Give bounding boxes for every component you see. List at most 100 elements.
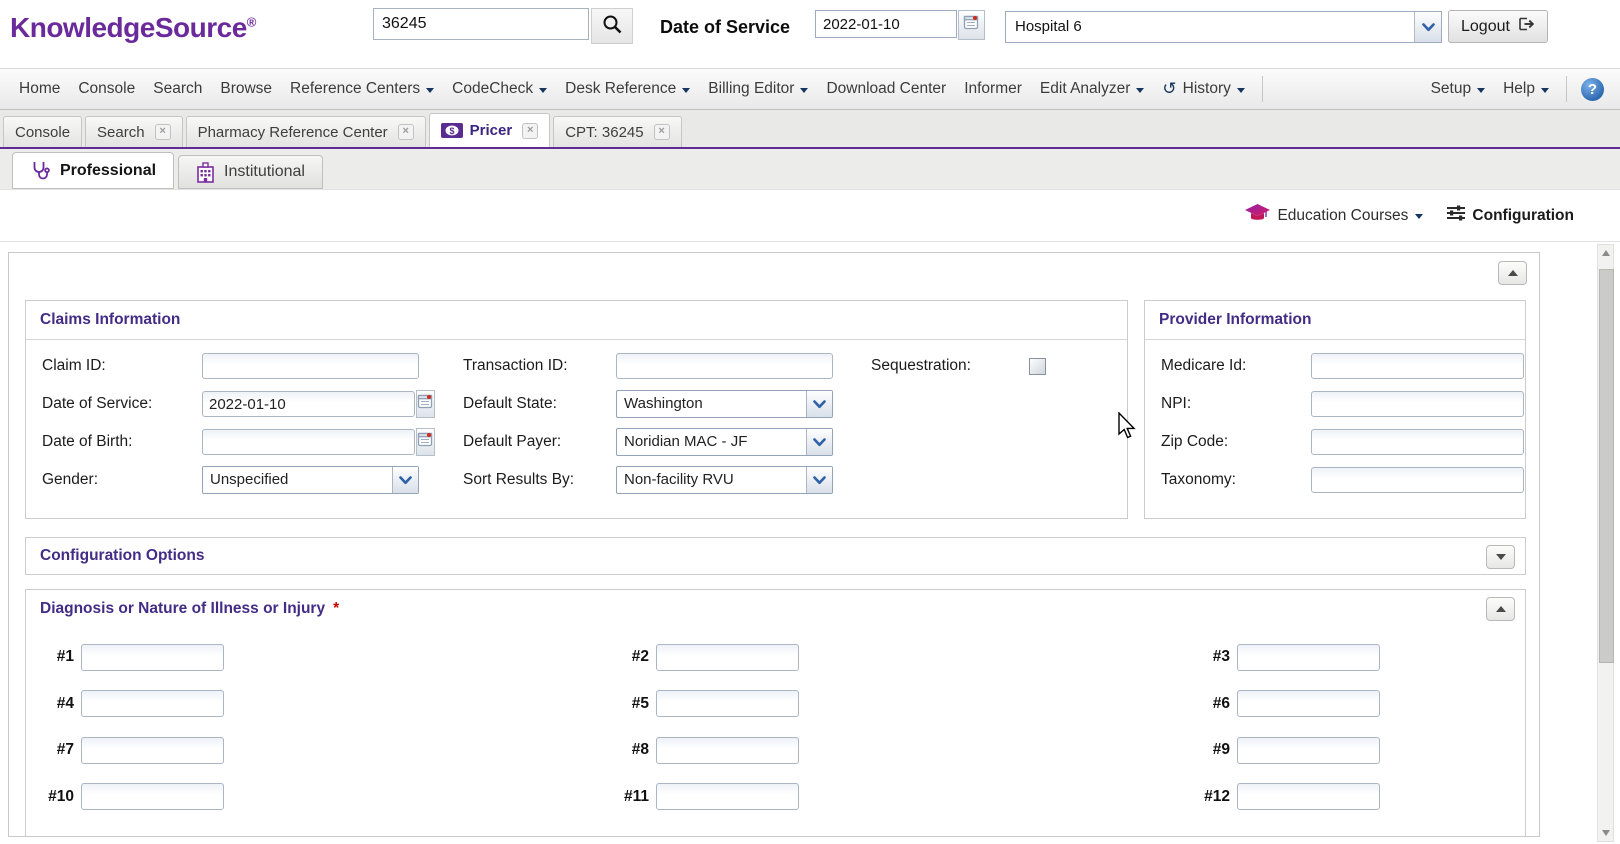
- date-of-service-calendar-button[interactable]: [416, 390, 435, 418]
- nav-item-browse[interactable]: Browse: [211, 80, 281, 98]
- chevron-up-icon: [1602, 250, 1610, 256]
- chevron-down-icon: [426, 88, 434, 93]
- field-label: Gender:: [42, 471, 202, 489]
- help-icon[interactable]: ?: [1581, 78, 1604, 101]
- expand-configuration-options-button[interactable]: [1486, 545, 1515, 569]
- sort-results-by-select[interactable]: Non-facility RVU: [616, 466, 833, 494]
- nav-item-history[interactable]: ↺History: [1153, 80, 1253, 99]
- diagnosis-input-6[interactable]: [1237, 690, 1380, 717]
- medicare-id-input[interactable]: [1311, 353, 1524, 379]
- collapse-diagnosis-button[interactable]: [1486, 597, 1515, 621]
- tab-label: Pricer: [470, 122, 513, 139]
- nav-item-search[interactable]: Search: [144, 80, 211, 98]
- form-row: Sort Results By:Non-facility RVU: [463, 461, 833, 499]
- tab-label: Search: [97, 124, 145, 141]
- tab-console[interactable]: Console: [3, 116, 82, 147]
- search-button[interactable]: [591, 8, 633, 44]
- chevron-down-icon: [806, 467, 832, 493]
- svg-text:$: $: [449, 126, 454, 136]
- nav-item-edit-analyzer[interactable]: Edit Analyzer: [1031, 80, 1153, 98]
- chevron-down-icon: [1414, 12, 1441, 42]
- nav-item-home[interactable]: Home: [10, 80, 69, 98]
- stethoscope-icon: [30, 160, 51, 181]
- diagnosis-input-5[interactable]: [656, 690, 799, 717]
- nav-item-setup[interactable]: Setup: [1422, 80, 1495, 98]
- diagnosis-input-3[interactable]: [1237, 644, 1380, 671]
- claims-column-3: Sequestration:: [871, 347, 1059, 385]
- gender-select[interactable]: Unspecified: [202, 466, 419, 494]
- nav-item-label: Console: [78, 80, 135, 98]
- diagnosis-input-2[interactable]: [656, 644, 799, 671]
- scroll-up-button[interactable]: [1598, 245, 1613, 261]
- registered-mark: ®: [247, 15, 256, 30]
- close-icon[interactable]: ×: [522, 123, 538, 139]
- date-of-service-calendar-button[interactable]: [958, 10, 985, 40]
- chevron-down-icon: [1477, 88, 1485, 93]
- nav-item-console[interactable]: Console: [69, 80, 144, 98]
- date-of-service-input[interactable]: [202, 391, 415, 417]
- field-label: Sequestration:: [871, 357, 1029, 375]
- field-label: Transaction ID:: [463, 357, 616, 375]
- zip-code-input[interactable]: [1311, 429, 1524, 455]
- sequestration-checkbox[interactable]: [1029, 358, 1046, 375]
- nav-item-help[interactable]: Help: [1494, 80, 1558, 98]
- close-icon[interactable]: ×: [654, 124, 670, 140]
- diagnosis-input-9[interactable]: [1237, 737, 1380, 764]
- scrollbar-thumb[interactable]: [1599, 269, 1614, 663]
- nav-item-download-center[interactable]: Download Center: [817, 80, 955, 98]
- chevron-down-icon: [1237, 88, 1245, 93]
- date-of-birth-calendar-button[interactable]: [416, 428, 435, 456]
- form-row: Default Payer:Noridian MAC - JF: [463, 423, 833, 461]
- diagnosis-input-8[interactable]: [656, 737, 799, 764]
- diagnosis-label: #4: [32, 695, 74, 713]
- tab-pharmacy-reference-center[interactable]: Pharmacy Reference Center×: [186, 116, 426, 147]
- chevron-up-icon: [1496, 606, 1506, 612]
- nav-item-desk-reference[interactable]: Desk Reference: [556, 80, 699, 98]
- diagnosis-input-7[interactable]: [81, 737, 224, 764]
- diagnosis-input-11[interactable]: [656, 783, 799, 810]
- diagnosis-grid: #1#2#3#4#5#6#7#8#9#10#11#12: [32, 634, 1519, 820]
- claim-id-input[interactable]: [202, 353, 419, 379]
- tab-search[interactable]: Search ×: [85, 116, 183, 147]
- chevron-down-icon: [1496, 554, 1506, 560]
- default-payer-select[interactable]: Noridian MAC - JF: [616, 428, 833, 456]
- scroll-down-button[interactable]: [1598, 825, 1613, 841]
- default-state-select[interactable]: Washington: [616, 390, 833, 418]
- tab-pricer[interactable]: $ Pricer ×: [429, 113, 551, 147]
- nav-divider: [1566, 76, 1567, 102]
- diagnosis-input-1[interactable]: [81, 644, 224, 671]
- transaction-id-input[interactable]: [616, 353, 833, 379]
- logout-button[interactable]: Logout: [1448, 10, 1548, 43]
- pricer-content: Claims Information Claim ID:Date of Serv…: [0, 242, 1620, 844]
- diagnosis-input-4[interactable]: [81, 690, 224, 717]
- code-search-input[interactable]: [373, 8, 589, 40]
- nav-item-label: CodeCheck: [452, 80, 533, 98]
- collapse-form-button[interactable]: [1498, 261, 1527, 285]
- tab-professional[interactable]: Professional: [12, 152, 174, 189]
- taxonomy-input[interactable]: [1311, 467, 1524, 493]
- facility-select[interactable]: Hospital 6: [1005, 11, 1442, 43]
- nav-item-label: Home: [19, 80, 60, 98]
- diagnosis-label: #8: [607, 741, 649, 759]
- nav-item-reference-centers[interactable]: Reference Centers: [281, 80, 443, 98]
- education-courses-menu[interactable]: Education Courses: [1245, 204, 1423, 228]
- close-icon[interactable]: ×: [398, 124, 414, 140]
- gender-value: Unspecified: [203, 467, 392, 493]
- nav-item-billing-editor[interactable]: Billing Editor: [699, 80, 817, 98]
- npi-input[interactable]: [1311, 391, 1524, 417]
- field-label: Date of Service:: [42, 395, 202, 413]
- diagnosis-label: #6: [1188, 695, 1230, 713]
- diagnosis-input-10[interactable]: [81, 783, 224, 810]
- form-row: Date of Service:: [42, 385, 419, 423]
- diagnosis-label: #5: [607, 695, 649, 713]
- tab-institutional[interactable]: Institutional: [178, 155, 323, 189]
- vertical-scrollbar[interactable]: [1597, 244, 1614, 842]
- close-icon[interactable]: ×: [155, 124, 171, 140]
- nav-item-codecheck[interactable]: CodeCheck: [443, 80, 556, 98]
- configuration-button[interactable]: Configuration: [1447, 205, 1574, 226]
- diagnosis-input-12[interactable]: [1237, 783, 1380, 810]
- date-of-birth-input[interactable]: [202, 429, 415, 455]
- nav-item-informer[interactable]: Informer: [955, 80, 1031, 98]
- date-of-service-header-input[interactable]: [815, 10, 957, 38]
- tab-cpt-36245[interactable]: CPT: 36245×: [553, 116, 681, 147]
